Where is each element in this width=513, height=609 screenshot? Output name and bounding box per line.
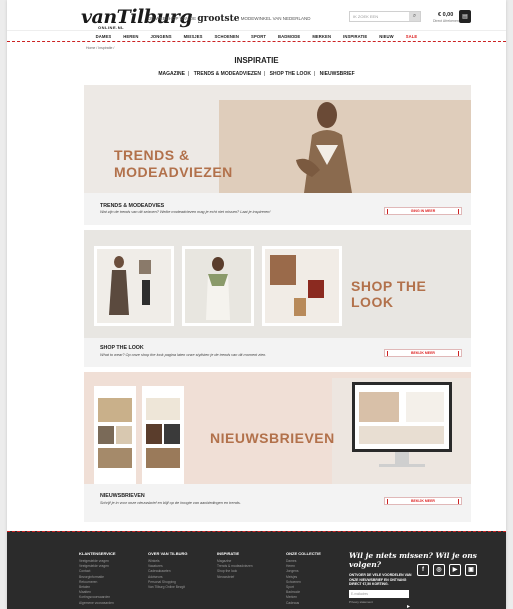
shopping-bag-icon[interactable]: ▤: [459, 10, 471, 23]
trends-banner-line1: TRENDS &: [114, 147, 190, 163]
nav-item-meisjes[interactable]: MEISJES: [184, 34, 203, 41]
newsletter-text: ONTVOER DE VELE VOORDELEN VAN ONZE NIEUW…: [349, 573, 412, 586]
trends-banner-line2: MODEADVIEZEN: [114, 164, 233, 180]
card-nieuwsbrieven[interactable]: NIEUWSBRIEVEN NIEUWSBRIEVEN Schrijf je i…: [84, 372, 471, 522]
footer-col-over: OVER VAN TILBURG Winkels Vacatures Cadea…: [148, 551, 187, 590]
card-title[interactable]: NIEUWSBRIEVEN: [100, 493, 145, 499]
nieuwsbrieven-banner-title: NIEUWSBRIEVEN: [210, 430, 335, 446]
tagline-big: grootste: [197, 14, 240, 24]
subnav-trends[interactable]: TRENDS & MODEADVIEZEN: [194, 71, 261, 77]
shop-the-look-banner-title: SHOP THE LOOK: [351, 278, 427, 310]
main-nav: DAMES HEREN JONGENS MEISJES SCHOENEN SPO…: [7, 30, 506, 42]
card-description: Schrijf je in voor onze nieuwsbrief en b…: [100, 501, 241, 505]
youtube-icon[interactable]: ▶: [449, 564, 461, 576]
site-footer: KLANTENSERVICE Veelgestelde vragen Veelg…: [7, 531, 506, 609]
read-more-button[interactable]: GING IN MEER: [384, 207, 462, 215]
page-title: INSPIRATIE: [234, 56, 279, 65]
facebook-icon[interactable]: f: [417, 564, 429, 576]
subnav-nieuwsbrief[interactable]: NIEUWSBRIEF: [320, 71, 355, 77]
tagline-prefix: DE WEBSHOP VAN DE: [148, 16, 197, 21]
nav-item-dames[interactable]: DAMES: [96, 34, 112, 41]
footer-heading: ONZE COLLECTIE: [286, 551, 321, 556]
card-title[interactable]: TRENDS & MODEADVIES: [100, 203, 164, 209]
footer-link[interactable]: Van Tilburg Online Bezgit: [148, 585, 187, 590]
nav-item-jongens[interactable]: JONGENS: [150, 34, 171, 41]
card-shop-the-look[interactable]: SHOP THE LOOK SHOP THE LOOK What to wear…: [84, 230, 471, 367]
nav-item-heren[interactable]: HEREN: [123, 34, 138, 41]
read-more-button[interactable]: BEKIJK MEER: [384, 349, 462, 357]
inspiration-subnav: MAGAZINE | TRENDS & MODEADVIEZEN | SHOP TH…: [158, 71, 355, 77]
footer-link[interactable]: Cadeaus: [286, 601, 321, 606]
nav-item-nieuw[interactable]: NIEUW: [379, 34, 393, 41]
nieuwsbrieven-banner-image: [84, 372, 471, 484]
footer-heading: INSPIRATIE: [217, 551, 240, 556]
footer-link[interactable]: Kortingsvoorwaarden: [79, 595, 116, 600]
search-icon[interactable]: ⌕: [409, 12, 420, 21]
card-title[interactable]: SHOP THE LOOK: [100, 345, 144, 351]
page-frame: vanTilburg ONLINE.NL DE WEBSHOP VAN DE g…: [7, 0, 506, 609]
footer-link[interactable]: Nieuwsbrief: [217, 575, 253, 580]
instagram-icon[interactable]: ◎: [433, 564, 445, 576]
footer-link[interactable]: Algemene voorwaarden: [79, 601, 116, 606]
search-placeholder: IK ZOEK EEN: [353, 14, 379, 19]
footer-heading: KLANTENSERVICE: [79, 551, 116, 556]
tagline: DE WEBSHOP VAN DE grootste MODEWINKEL VA…: [148, 14, 311, 24]
site-header: vanTilburg ONLINE.NL DE WEBSHOP VAN DE g…: [7, 0, 506, 30]
nav-item-merken[interactable]: MERKEN: [312, 34, 331, 41]
trends-banner-title: TRENDS & MODEADVIEZEN: [114, 147, 233, 181]
footer-newsletter: Wil je niets missen? Wil je ons volgen? …: [349, 551, 479, 609]
card-trends[interactable]: TRENDS & MODEADVIEZEN TRENDS & MODEADVIE…: [84, 85, 471, 225]
privacy-link[interactable]: Privacy statement: [349, 600, 479, 604]
card-description: What to wear? Op onze shop the look pagi…: [100, 353, 267, 357]
nav-item-inspiratie[interactable]: INSPIRATIE: [343, 34, 367, 41]
search-input[interactable]: IK ZOEK EEN ⌕: [349, 11, 421, 22]
card-description: Wat zijn de trends van dit seizoen? Welk…: [100, 210, 271, 214]
footer-col-collectie: ONZE COLLECTIE Dames Heren Jongens Meisj…: [286, 551, 321, 606]
read-more-button[interactable]: BEKIJK MEER: [384, 497, 462, 505]
footer-heading: OVER VAN TILBURG: [148, 551, 188, 556]
nav-item-badmode[interactable]: BADMODE: [278, 34, 300, 41]
footer-col-klantenservice: KLANTENSERVICE Veelgestelde vragen Veelg…: [79, 551, 116, 606]
nav-item-sport[interactable]: SPORT: [251, 34, 266, 41]
cart-total[interactable]: € 0,00: [438, 12, 453, 18]
cart-checkout-link[interactable]: Direct Afrekenen: [433, 19, 459, 23]
blog-icon[interactable]: ▣: [465, 564, 477, 576]
nav-item-sale[interactable]: SALE: [406, 34, 418, 41]
tagline-suffix: MODEWINKEL VAN NEDERLAND: [240, 16, 311, 21]
subnav-shop-the-look[interactable]: SHOP THE LOOK: [270, 71, 311, 77]
breadcrumb[interactable]: Home / Inspiratie /: [86, 46, 114, 50]
nav-item-schoenen[interactable]: SCHOENEN: [215, 34, 240, 41]
newsletter-email-input[interactable]: E-mailadres: [349, 589, 409, 598]
arrow-right-icon[interactable]: ▸: [407, 603, 410, 609]
subnav-magazine[interactable]: MAGAZINE: [158, 71, 185, 77]
footer-col-inspiratie: INSPIRATIE Magazine Trends & modeadvieze…: [217, 551, 253, 580]
